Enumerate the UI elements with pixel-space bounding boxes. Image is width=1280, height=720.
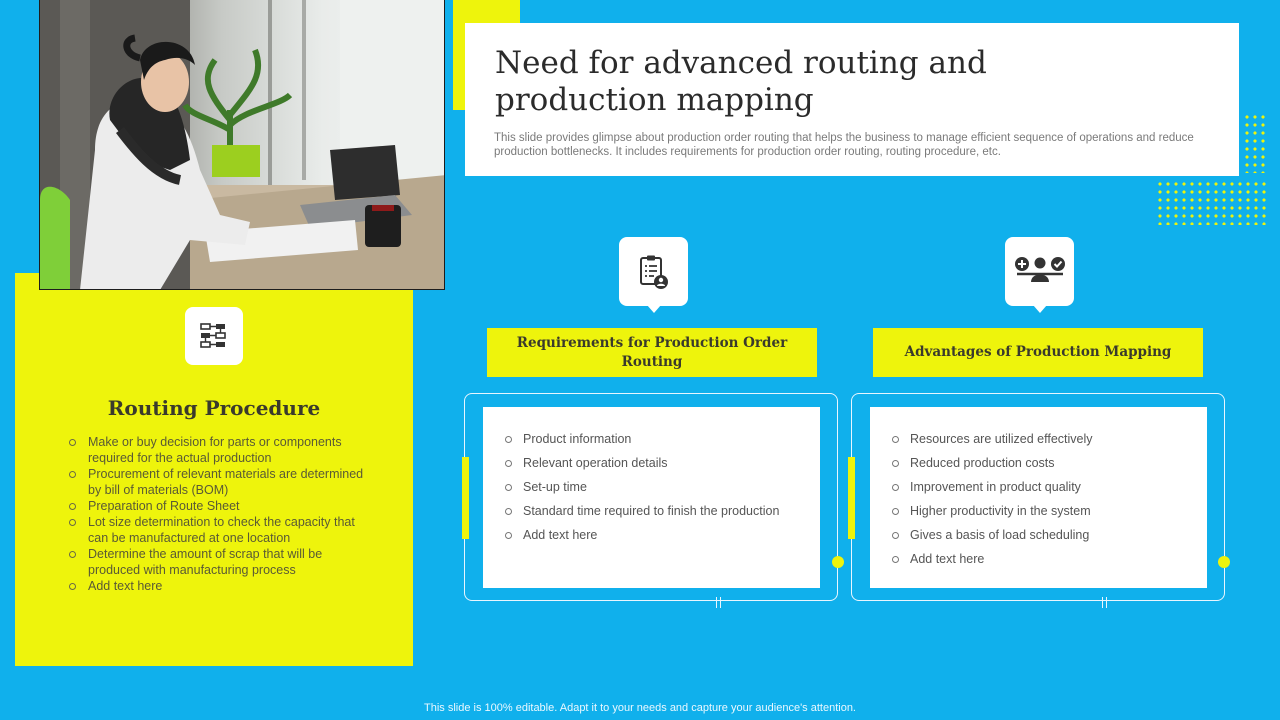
list-item: Preparation of Route Sheet [67,498,367,514]
checklist-user-icon [639,255,668,289]
list-item: Set-up time [505,475,779,499]
footer-note: This slide is 100% editable. Adapt it to… [424,702,856,714]
list-item: Lot size determination to check the capa… [67,514,367,546]
requirements-end-dot [832,556,844,568]
advantages-card: Resources are utilized effectively Reduc… [870,407,1207,588]
page-subtitle: This slide provides glimpse about produc… [494,132,1194,158]
routing-procedure-list: Make or buy decision for parts or compon… [67,434,367,594]
flowchart-icon [200,323,226,348]
office-photo [39,0,445,290]
person-pros-cons-icon [1014,256,1065,282]
advantages-list: Resources are utilized effectively Reduc… [892,427,1093,571]
list-item: Add text here [505,523,779,547]
routing-procedure-panel: Routing Procedure Make or buy decision f… [15,273,413,666]
list-item: Improvement in product quality [892,475,1093,499]
list-item: Add text here [892,547,1093,571]
requirements-icon-bubble [619,237,688,313]
requirements-side-bar [462,457,469,539]
requirements-card: Product information Relevant operation d… [483,407,820,588]
list-item: Gives a basis of load scheduling [892,523,1093,547]
dot-pattern-top [1243,113,1268,173]
list-item: Procurement of relevant materials are de… [67,466,367,498]
list-item: Standard time required to finish the pro… [505,499,779,523]
title-card: Need for advanced routing and production… [465,23,1239,176]
page-title: Need for advanced routing and production… [495,45,987,118]
routing-procedure-title: Routing Procedure [107,396,321,420]
list-item: Add text here [67,578,367,594]
list-item: Reduced production costs [892,451,1093,475]
advantages-end-dot [1218,556,1230,568]
requirements-list: Product information Relevant operation d… [505,427,779,547]
requirements-heading: Requirements for Production Order Routin… [487,328,817,377]
advantages-icon-bubble [1005,237,1074,313]
advantages-heading: Advantages of Production Mapping [873,328,1203,377]
routing-icon-box [185,307,243,365]
list-item: Determine the amount of scrap that will … [67,546,367,578]
list-item: Product information [505,427,779,451]
list-item: Higher productivity in the system [892,499,1093,523]
advantages-side-bar [848,457,855,539]
list-item: Make or buy decision for parts or compon… [67,434,367,466]
woman-at-desk-image [40,0,444,289]
advantages-tick [1102,597,1103,608]
advantages-tick [1106,597,1107,608]
requirements-tick [716,597,717,608]
list-item: Relevant operation details [505,451,779,475]
requirements-tick [720,597,721,608]
list-item: Resources are utilized effectively [892,427,1093,451]
dot-pattern-bottom [1156,180,1268,225]
